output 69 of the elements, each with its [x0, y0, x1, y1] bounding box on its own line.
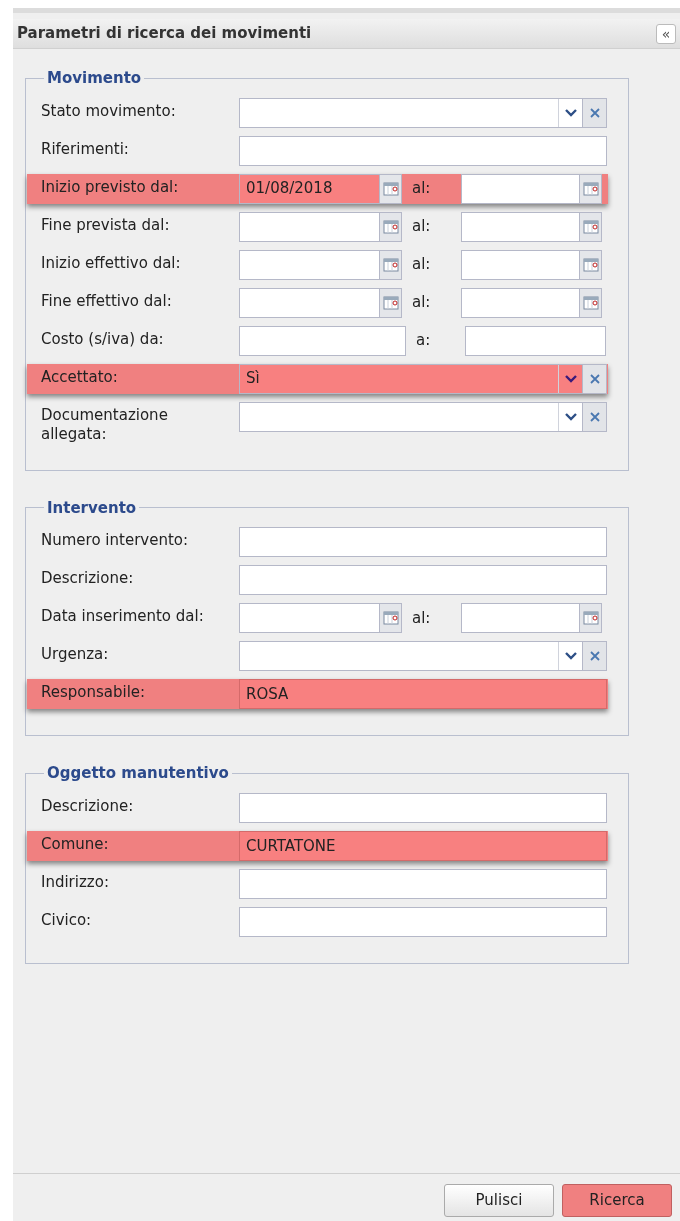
text-field[interactable]	[239, 792, 607, 823]
text-field[interactable]	[239, 906, 607, 937]
range-label: al:	[411, 216, 432, 238]
combo-field[interactable]: Sì	[239, 363, 607, 394]
date-field[interactable]	[239, 287, 402, 318]
text-field[interactable]	[239, 565, 607, 595]
date-field[interactable]	[239, 211, 402, 242]
calendar-icon[interactable]	[379, 604, 401, 632]
text-field[interactable]	[239, 527, 607, 557]
field-label: Inizio previsto dal:	[41, 176, 180, 197]
field-label: Fine effettivo dal:	[41, 290, 173, 311]
calendar-icon[interactable]	[579, 604, 601, 632]
date-field[interactable]: 01/08/2018	[239, 173, 402, 204]
date-field[interactable]	[461, 287, 602, 318]
field-label: Descrizione:	[41, 568, 135, 588]
calendar-icon[interactable]	[579, 174, 601, 203]
range-label: al:	[411, 178, 432, 200]
action-button[interactable]: Ricerca	[562, 1184, 672, 1217]
text-field[interactable]	[239, 135, 607, 166]
panel-title: Parametri di ricerca dei movimenti	[17, 23, 312, 45]
field-label: Numero intervento:	[41, 530, 190, 550]
field-label: Fine prevista dal:	[41, 214, 171, 235]
text-field[interactable]	[239, 325, 406, 356]
calendar-icon[interactable]	[379, 212, 401, 241]
section-legend: Oggetto manutentivo	[44, 762, 232, 785]
text-field[interactable]: CURTATONE	[239, 830, 607, 861]
combo-field[interactable]	[239, 97, 607, 128]
clear-icon[interactable]	[582, 364, 606, 393]
field-label: Accettato:	[41, 366, 119, 387]
field-label: Responsabile:	[41, 682, 147, 702]
date-field[interactable]	[239, 603, 402, 633]
field-label: Data inserimento dal:	[41, 606, 205, 626]
clear-icon[interactable]	[582, 98, 606, 127]
clear-icon[interactable]	[582, 642, 606, 670]
calendar-icon[interactable]	[579, 212, 601, 241]
field-label: Riferimenti:	[41, 138, 130, 159]
range-label: al:	[411, 607, 432, 629]
field-label: Descrizione:	[41, 795, 135, 816]
section-legend: Intervento	[44, 496, 140, 519]
date-field[interactable]	[461, 603, 602, 633]
field-label: Civico:	[41, 909, 93, 930]
range-label: a:	[415, 330, 432, 352]
collapse-button[interactable]: «	[656, 23, 676, 44]
range-label: al:	[411, 254, 432, 276]
text-field[interactable]	[239, 868, 607, 899]
action-button[interactable]: Pulisci	[444, 1184, 554, 1217]
date-field[interactable]	[239, 249, 402, 280]
field-label: Stato movimento:	[41, 100, 177, 121]
calendar-icon[interactable]	[379, 174, 401, 203]
field-label: Inizio effettivo dal:	[41, 252, 182, 273]
date-field[interactable]	[461, 173, 602, 204]
text-field[interactable]: ROSA	[239, 679, 607, 709]
field-label: Urgenza:	[41, 644, 110, 664]
range-label: al:	[411, 292, 432, 314]
field-label: Costo (s/iva) da:	[41, 328, 165, 349]
calendar-icon[interactable]	[379, 288, 401, 317]
combo-field[interactable]	[239, 641, 607, 671]
section-legend: Movimento	[44, 67, 145, 90]
date-field[interactable]	[461, 211, 602, 242]
calendar-icon[interactable]	[579, 288, 601, 317]
clear-icon[interactable]	[582, 402, 606, 431]
combo-field[interactable]	[239, 401, 607, 432]
calendar-icon[interactable]	[579, 250, 601, 279]
calendar-icon[interactable]	[379, 250, 401, 279]
field-label: Indirizzo:	[41, 871, 110, 892]
date-field[interactable]	[461, 249, 602, 280]
field-label: Comune:	[41, 833, 110, 854]
field-label: Documentazione allegata:	[41, 404, 169, 444]
text-field[interactable]	[465, 325, 606, 356]
